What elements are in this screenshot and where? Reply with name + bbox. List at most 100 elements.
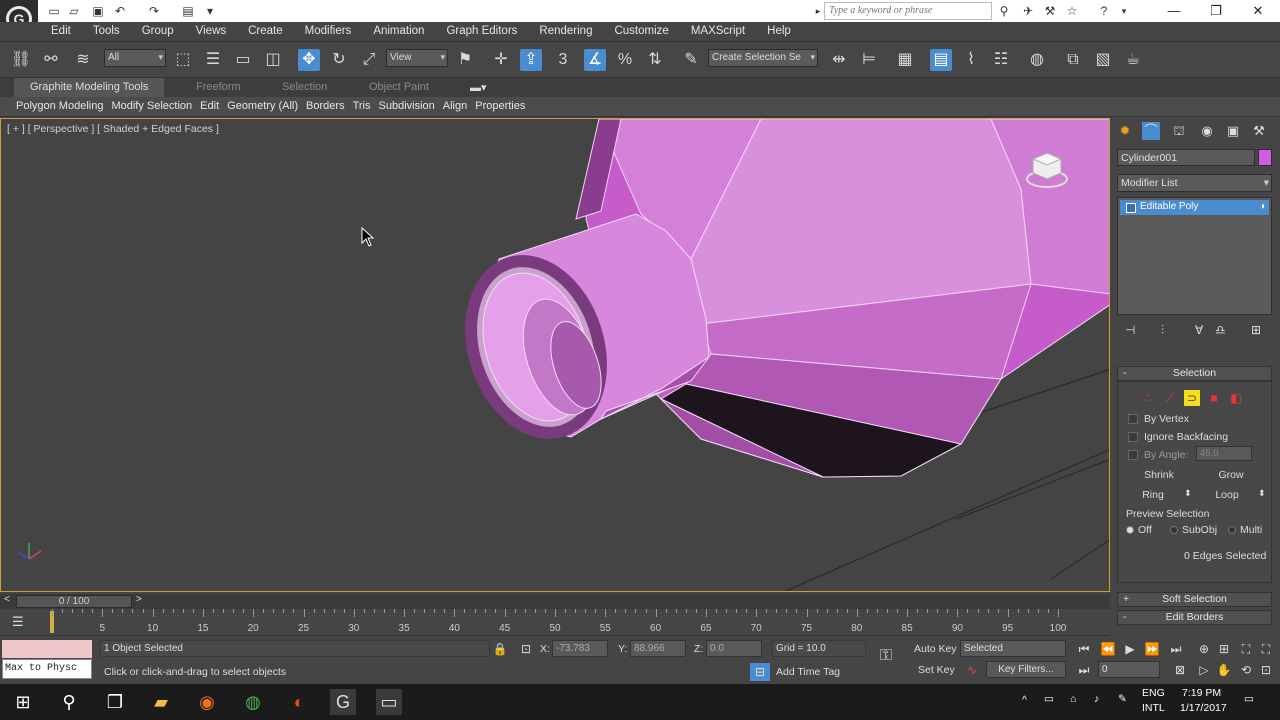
tray-volume-icon[interactable]: ♪: [1094, 693, 1099, 705]
play-icon[interactable]: ▶: [1120, 640, 1140, 658]
menu-maxscript[interactable]: MAXScript: [680, 22, 756, 40]
key-mode-toggle-icon[interactable]: ⏭: [1074, 661, 1094, 679]
current-frame-field[interactable]: 0: [1098, 661, 1160, 678]
motion-tab-icon[interactable]: ◉: [1198, 122, 1216, 140]
clock-date[interactable]: 1/17/2017: [1180, 702, 1227, 714]
zoom-all-icon[interactable]: ⊞: [1214, 640, 1234, 658]
search-input[interactable]: Type a keyword or phrase: [824, 2, 992, 20]
menu-modifiers[interactable]: Modifiers: [294, 22, 363, 40]
ribbon-options-icon[interactable]: ▬▾: [470, 81, 487, 94]
panel-polygon-modeling[interactable]: Polygon Modeling: [12, 97, 107, 115]
select-object-icon[interactable]: ⬚: [172, 49, 194, 71]
file-explorer-icon[interactable]: ▰: [148, 689, 174, 715]
time-slider-thumb[interactable]: 0 / 100: [16, 595, 132, 608]
maximize-viewport-icon[interactable]: ⊡: [1256, 661, 1276, 679]
clock-time[interactable]: 7:19 PM: [1182, 687, 1221, 699]
select-move-icon[interactable]: ✥: [298, 49, 320, 71]
undo-icon[interactable]: ↶: [112, 3, 128, 19]
add-time-tag-button[interactable]: Add Time Tag: [776, 666, 840, 678]
vertex-mode-icon[interactable]: ∴: [1140, 390, 1156, 406]
render-production-icon[interactable]: ☕: [1122, 49, 1144, 71]
named-selection-dropdown[interactable]: Create Selection Se: [708, 49, 818, 67]
zoom-extents-icon[interactable]: ⛶: [1236, 640, 1256, 658]
edge-mode-icon[interactable]: ⟋: [1162, 390, 1178, 406]
panel-modify-selection[interactable]: Modify Selection: [107, 97, 196, 115]
app-icon[interactable]: ◐: [286, 689, 312, 715]
viewcube-icon[interactable]: [1025, 147, 1069, 191]
previous-frame-icon[interactable]: ⏪: [1098, 640, 1118, 658]
soft-selection-rollout-header[interactable]: + Soft Selection: [1117, 592, 1272, 607]
maxscript-listener-output[interactable]: [2, 640, 92, 658]
task-view-icon[interactable]: ❐: [102, 689, 128, 715]
display-tab-icon[interactable]: ▣: [1224, 122, 1242, 140]
menu-create[interactable]: Create: [237, 22, 294, 40]
make-unique-icon[interactable]: ∀: [1195, 323, 1203, 337]
layer-manager-icon[interactable]: ▦: [894, 49, 916, 71]
rect-selection-icon[interactable]: ▭: [232, 49, 254, 71]
nozzle-mesh[interactable]: [450, 213, 710, 450]
track-bar[interactable]: ☰ 5 10 15 20 25 30 35 40 45 50 55 60 65 70 75 80 85 90 95 1…: [0, 609, 1110, 636]
reference-coordinate-dropdown[interactable]: View: [386, 49, 448, 67]
stack-item-editable-poly[interactable]: Editable Poly ◑: [1120, 200, 1269, 215]
ignore-backfacing-checkbox[interactable]: [1128, 432, 1138, 442]
search-icon[interactable]: ⚲: [56, 689, 82, 715]
action-center-icon[interactable]: ▭: [1244, 693, 1254, 705]
panel-borders[interactable]: Borders: [302, 97, 349, 115]
percent-snap-icon[interactable]: %: [614, 49, 636, 71]
perspective-viewport[interactable]: [ + ] [ Perspective ] [ Shaded + Edged F…: [0, 118, 1110, 592]
shrink-button[interactable]: Shrink: [1124, 469, 1194, 484]
time-tag-icon[interactable]: ⊟: [750, 663, 770, 681]
tab-graphite-modeling-tools[interactable]: Graphite Modeling Tools: [14, 78, 165, 97]
object-name-field[interactable]: Cylinder001: [1117, 149, 1255, 166]
panel-edit[interactable]: Edit: [196, 97, 223, 115]
menu-animation[interactable]: Animation: [362, 22, 435, 40]
zoom-icon[interactable]: ⊕: [1194, 640, 1214, 658]
communication-center-icon[interactable]: ⚒: [1042, 3, 1058, 19]
mirror-icon[interactable]: ⇹: [828, 49, 850, 71]
3dsmax-taskbar-icon[interactable]: G: [330, 689, 356, 715]
align-icon[interactable]: ⊨: [858, 49, 880, 71]
set-key-icon[interactable]: ⚿: [876, 647, 896, 665]
panel-geometry-all[interactable]: Geometry (All): [223, 97, 302, 115]
quick-access-dropdown-icon[interactable]: ▾: [202, 3, 218, 19]
schematic-view-icon[interactable]: ☷: [990, 49, 1012, 71]
redo-icon[interactable]: ↷: [146, 3, 162, 19]
selection-filter-dropdown[interactable]: All: [104, 49, 166, 67]
save-file-icon[interactable]: ▣: [90, 3, 106, 19]
field-of-view-icon[interactable]: ▷: [1194, 661, 1214, 679]
minimize-button[interactable]: —: [1152, 0, 1196, 22]
configure-modifier-sets-icon[interactable]: ⊞: [1251, 323, 1261, 337]
border-mode-icon[interactable]: ⊃: [1184, 390, 1200, 406]
help-icon[interactable]: ?: [1096, 3, 1112, 19]
menu-customize[interactable]: Customize: [603, 22, 679, 40]
by-vertex-checkbox[interactable]: [1128, 414, 1138, 424]
time-prev-icon[interactable]: <: [4, 594, 10, 605]
firefox-icon[interactable]: ◉: [194, 689, 220, 715]
select-rotate-icon[interactable]: ↻: [328, 49, 350, 71]
key-mode-dropdown[interactable]: Selected: [960, 640, 1066, 657]
windows-start-icon[interactable]: ⊞: [10, 689, 36, 715]
menu-tools[interactable]: Tools: [82, 22, 131, 40]
set-key-button[interactable]: Set Key: [918, 664, 955, 676]
go-to-end-icon[interactable]: ⏭: [1166, 640, 1186, 658]
menu-help[interactable]: Help: [756, 22, 802, 40]
spinner-snap-icon[interactable]: ⇅: [644, 49, 666, 71]
select-manipulate-icon[interactable]: ✛: [490, 49, 512, 71]
preview-subobj-radio[interactable]: [1170, 526, 1178, 534]
open-file-icon[interactable]: ▱: [66, 3, 82, 19]
preview-off-radio[interactable]: [1126, 526, 1134, 534]
utilities-tab-icon[interactable]: ⚒: [1250, 122, 1268, 140]
graphite-toggle-icon[interactable]: ▤: [930, 49, 952, 71]
binoculars-icon[interactable]: ⚲: [996, 3, 1012, 19]
curve-editor-icon[interactable]: ⌇: [960, 49, 982, 71]
modify-tab-icon[interactable]: ⌒: [1142, 122, 1160, 140]
y-coordinate-field[interactable]: 88.966: [630, 640, 686, 657]
mini-curve-editor-icon[interactable]: ☰: [12, 614, 24, 630]
ring-spinner-icon[interactable]: ⬍: [1184, 488, 1192, 499]
panel-subdivision[interactable]: Subdivision: [375, 97, 439, 115]
tray-network-icon[interactable]: ⌂: [1070, 693, 1076, 705]
favorites-star-icon[interactable]: ☆: [1064, 3, 1080, 19]
polygon-mode-icon[interactable]: ■: [1206, 390, 1222, 406]
selection-rollout-header[interactable]: - Selection: [1117, 366, 1272, 381]
panel-tris[interactable]: Tris: [349, 97, 375, 115]
